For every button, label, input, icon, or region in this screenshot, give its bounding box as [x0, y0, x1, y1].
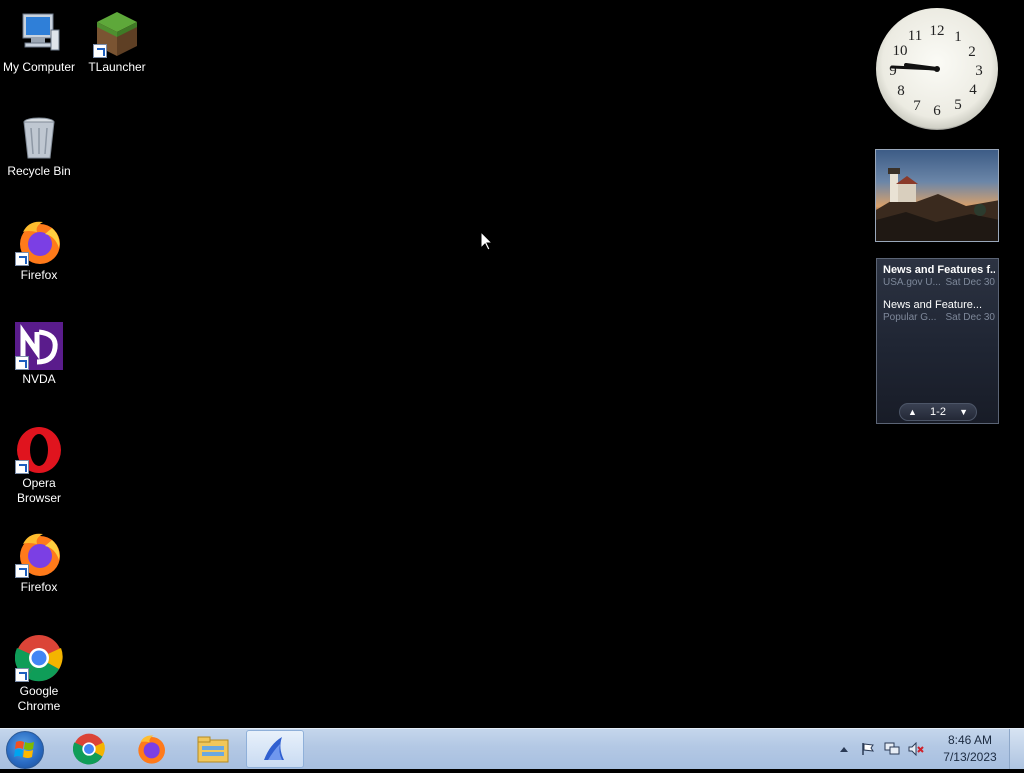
- feed-item-source: USA.gov U...: [883, 277, 941, 288]
- clock-face: 12 1 2 3 4 5 6 7 8 9 10 11: [889, 23, 983, 119]
- network-icon[interactable]: [884, 741, 900, 757]
- desktop-icon-firefox[interactable]: Firefox: [0, 524, 78, 595]
- clock-number-9: 9: [889, 63, 897, 79]
- lighthouse-photo: [876, 168, 998, 241]
- feed-item[interactable]: News and Feature... Popular G... Sat Dec…: [883, 299, 995, 324]
- desktop-icon-label: My Computer: [2, 60, 76, 74]
- desktop-icon-label: Google Chrome: [17, 684, 61, 713]
- clock-number-2: 2: [968, 44, 976, 60]
- desktop-icon-tlauncher[interactable]: TLauncher: [78, 4, 156, 75]
- desktop-icon-opera-browser[interactable]: Opera Browser: [0, 420, 78, 506]
- clock-number-11: 11: [908, 28, 922, 44]
- feed-item-date: Sat Dec 30: [945, 277, 995, 288]
- show-desktop-button[interactable]: [1009, 729, 1024, 769]
- feed-item-title: News and Features f...: [883, 264, 995, 276]
- desktop-icon-label: Firefox: [20, 268, 58, 282]
- mouse-pointer-icon: [480, 230, 494, 256]
- system-tray: 8:46 AM 7/13/2023: [832, 729, 1002, 769]
- feed-headlines-gadget[interactable]: News and Features f... USA.gov U... Sat …: [876, 258, 999, 424]
- feed-pager: ▲ 1-2 ▼: [899, 403, 977, 421]
- shortcut-arrow-icon: [15, 356, 29, 370]
- shortcut-arrow-icon: [15, 460, 29, 474]
- feed-previous-icon[interactable]: ▲: [908, 407, 917, 417]
- start-button[interactable]: [6, 731, 44, 769]
- action-center-flag-icon[interactable]: [860, 741, 876, 757]
- tlauncher-icon: [93, 10, 141, 58]
- feed-item-title: News and Feature...: [883, 299, 983, 311]
- clock-number-12: 12: [930, 23, 945, 39]
- recycle-bin-icon: [15, 114, 63, 162]
- clock-number-7: 7: [913, 98, 921, 114]
- taskbar-explorer-button[interactable]: [184, 730, 242, 768]
- desktop-icon-label: Recycle Bin: [7, 164, 71, 178]
- desktop-icon-label: Opera Browser: [16, 476, 61, 505]
- clock-number-3: 3: [975, 63, 983, 79]
- clock-number-4: 4: [969, 82, 977, 98]
- desktop-icon-my-computer[interactable]: My Computer: [0, 4, 78, 75]
- taskbar-time: 8:46 AM: [947, 733, 993, 747]
- opera-icon: [15, 426, 63, 474]
- wing-app-icon: [264, 737, 284, 760]
- desktop-icon-label: NVDA: [22, 372, 56, 386]
- chrome-icon: [14, 634, 63, 682]
- computer-icon: [15, 10, 63, 58]
- shortcut-arrow-icon: [15, 668, 29, 682]
- feed-item-date: Sat Dec 30: [945, 312, 995, 323]
- feed-next-icon[interactable]: ▼: [959, 407, 968, 417]
- feed-page-indicator: 1-2: [930, 406, 946, 418]
- desktop-icon-label: TLauncher: [88, 60, 146, 74]
- clock-number-10: 10: [893, 43, 908, 59]
- desktop-icon-label: Firefox: [20, 580, 58, 594]
- taskbar-chrome-button[interactable]: [60, 730, 118, 768]
- shortcut-arrow-icon: [15, 252, 29, 266]
- shortcut-arrow-icon: [93, 44, 107, 58]
- shortcut-arrow-icon: [15, 564, 29, 578]
- clock-gadget[interactable]: 12 1 2 3 4 5 6 7 8 9 10 11: [876, 8, 998, 130]
- taskbar: 8:46 AM 7/13/2023: [0, 728, 1024, 769]
- windows-logo-icon: [14, 741, 34, 758]
- desktop-icon-google-chrome[interactable]: Google Chrome: [0, 628, 78, 714]
- desktop: My Computer TLauncher Recycle Bin Firefo…: [0, 0, 1024, 728]
- folder-icon: [197, 736, 229, 763]
- clock-number-8: 8: [897, 83, 905, 99]
- chrome-icon: [73, 733, 105, 765]
- taskbar-nvda-button[interactable]: [246, 730, 304, 768]
- clock-number-6: 6: [933, 103, 941, 119]
- slideshow-gadget[interactable]: [875, 149, 999, 242]
- taskbar-clock[interactable]: 8:46 AM 7/13/2023: [938, 732, 1002, 766]
- feed-item-source: Popular G...: [883, 312, 937, 323]
- show-hidden-icons-icon[interactable]: [836, 741, 852, 757]
- desktop-icon-firefox[interactable]: Firefox: [0, 212, 78, 283]
- firefox-icon: [15, 530, 63, 578]
- clock-number-5: 5: [954, 97, 962, 113]
- firefox-icon: [15, 218, 63, 266]
- feed-item[interactable]: News and Features f... USA.gov U... Sat …: [883, 264, 995, 289]
- volume-muted-icon[interactable]: [908, 741, 924, 757]
- taskbar-firefox-button[interactable]: [122, 730, 180, 768]
- nvda-icon: [15, 322, 63, 370]
- firefox-icon: [138, 735, 165, 764]
- desktop-icon-recycle-bin[interactable]: Recycle Bin: [0, 108, 78, 179]
- taskbar-date: 7/13/2023: [943, 750, 997, 764]
- desktop-icon-nvda[interactable]: NVDA: [0, 316, 78, 387]
- clock-number-1: 1: [954, 29, 962, 45]
